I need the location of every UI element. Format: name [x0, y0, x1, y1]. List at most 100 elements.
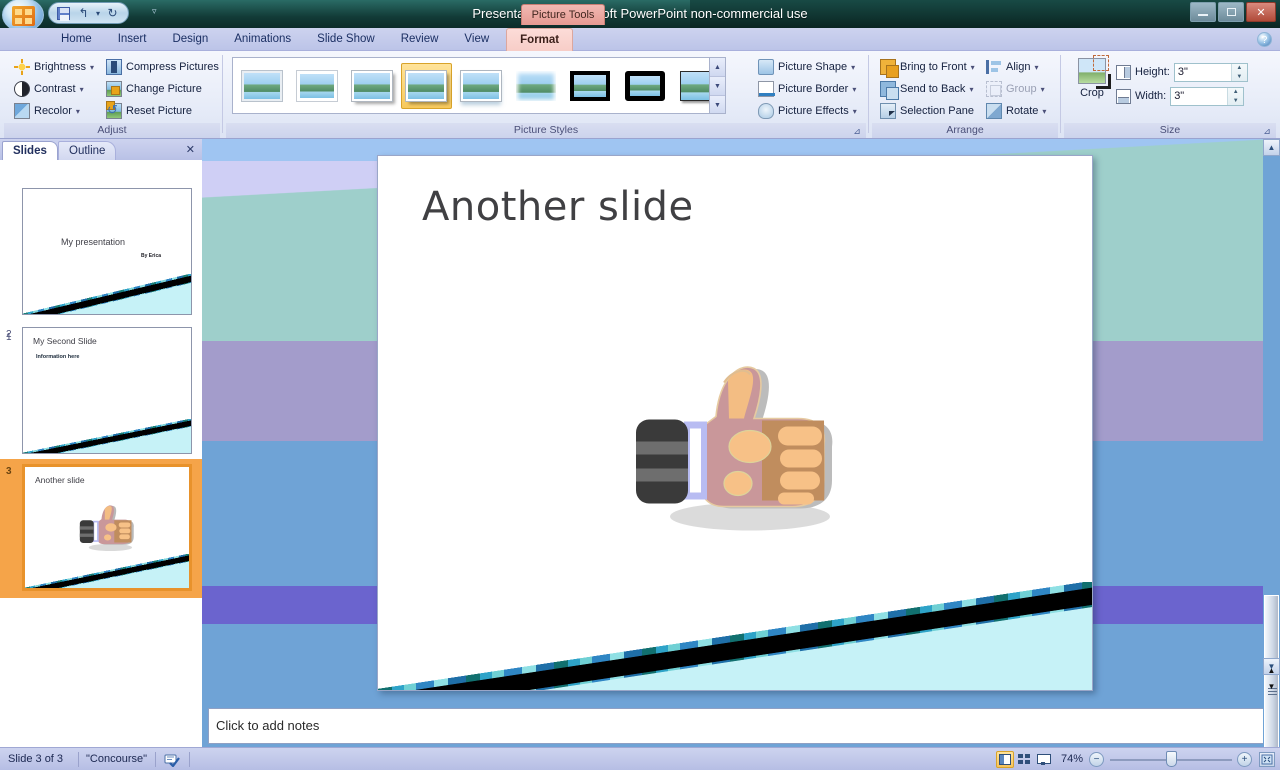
align-button[interactable]: Align ▾	[982, 56, 1050, 78]
tab-slides[interactable]: Slides	[2, 141, 58, 160]
height-stepper[interactable]: ▲ ▼	[1173, 62, 1248, 82]
undo-dropdown-caret[interactable]: ▾	[96, 9, 100, 18]
zoom-in-button[interactable]: +	[1237, 752, 1252, 767]
normal-view-button[interactable]	[996, 751, 1014, 768]
height-input[interactable]	[1174, 63, 1231, 81]
reset-picture-button[interactable]: Reset Picture	[102, 100, 223, 122]
redo-button[interactable]: ↻	[105, 6, 120, 21]
customize-qat-caret[interactable]: ▿	[152, 6, 157, 17]
width-input[interactable]	[1171, 87, 1228, 105]
picture-style-1[interactable]	[292, 63, 343, 109]
slide-editing-canvas[interactable]: Another slide	[377, 155, 1093, 691]
slide-thumbnail-list[interactable]: 1 My presentation By Erica 2 My Second S…	[0, 160, 202, 747]
slides-pane: Slides Outline ✕ 1 My presentation By Er…	[0, 139, 202, 747]
thumbs-up-clipart-image[interactable]	[628, 346, 858, 551]
tab-design[interactable]: Design	[159, 28, 221, 51]
tab-review[interactable]: Review	[388, 28, 452, 51]
picture-border-button[interactable]: Picture Border ▾	[754, 78, 861, 100]
height-spin-up[interactable]: ▲	[1232, 64, 1247, 73]
next-slide-button[interactable]: ▼	[1264, 679, 1279, 693]
help-icon[interactable]: ?	[1257, 32, 1272, 47]
picture-styles-dialog-launcher[interactable]: ⊿	[851, 125, 863, 137]
rotate-button[interactable]: Rotate ▾	[982, 100, 1050, 122]
window-controls: ✕	[1190, 2, 1276, 22]
minimize-button[interactable]	[1190, 2, 1216, 22]
picture-style-2[interactable]	[346, 63, 397, 109]
picture-style-0[interactable]	[237, 63, 288, 109]
crop-button[interactable]: Crop	[1072, 55, 1112, 108]
redo-icon: ↻	[107, 6, 118, 20]
gallery-more-button[interactable]: ▼	[710, 96, 725, 113]
theme-name[interactable]: "Concourse"	[86, 748, 147, 770]
slide-title-placeholder[interactable]: Another slide	[422, 184, 694, 230]
save-button[interactable]	[56, 6, 71, 21]
ribbon-tab-strip: Home Insert Design Animations Slide Show…	[0, 28, 1280, 51]
contrast-button[interactable]: Contrast ▾	[10, 78, 98, 100]
chevron-down-icon: ▾	[969, 84, 974, 94]
style-thumb-icon	[515, 70, 556, 101]
title-bar: Presentation1 - Microsoft PowerPoint non…	[0, 0, 1280, 28]
slide-show-view-button[interactable]	[1034, 751, 1052, 768]
selection-pane-button[interactable]: Selection Pane	[876, 100, 979, 122]
notes-placeholder[interactable]: Click to add notes	[216, 718, 319, 733]
status-separator	[155, 752, 156, 767]
send-to-back-icon	[880, 81, 899, 100]
send-to-back-button[interactable]: Send to Back ▾	[876, 78, 979, 100]
fit-slide-to-window-button[interactable]	[1259, 752, 1275, 767]
spellcheck-icon[interactable]	[163, 752, 181, 768]
width-stepper[interactable]: ▲ ▼	[1170, 86, 1245, 106]
slide-thumbnail-3[interactable]: Another slide	[22, 464, 192, 591]
picture-style-7[interactable]	[620, 63, 671, 109]
office-button[interactable]	[2, 0, 44, 28]
undo-button[interactable]: ↰	[76, 6, 91, 21]
tab-format[interactable]: Format	[506, 28, 574, 51]
tab-insert[interactable]: Insert	[105, 28, 160, 51]
thumb-2-title: My Second Slide	[33, 336, 97, 346]
slide-number-2: 2	[6, 329, 12, 340]
slide-show-icon	[1037, 754, 1051, 765]
zoom-level-label[interactable]: 74%	[1061, 748, 1083, 770]
compress-pictures-icon	[106, 59, 122, 75]
close-pane-icon[interactable]: ✕	[186, 143, 195, 156]
slide-thumbnail-1[interactable]: My presentation By Erica	[22, 188, 192, 315]
recolor-button[interactable]: Recolor ▾	[10, 100, 98, 122]
slide-theme-decoration	[378, 582, 1092, 690]
tab-home[interactable]: Home	[48, 28, 105, 51]
slide-sorter-view-button[interactable]	[1015, 751, 1033, 768]
picture-shape-icon	[758, 59, 774, 75]
restore-button[interactable]	[1218, 2, 1244, 22]
picture-styles-gallery[interactable]: ▲ ▼ ▼	[232, 57, 726, 114]
bring-to-front-button[interactable]: Bring to Front ▾	[876, 56, 979, 78]
tab-outline[interactable]: Outline	[58, 141, 117, 160]
size-dialog-launcher[interactable]: ⊿	[1261, 125, 1273, 137]
picture-style-5[interactable]	[510, 63, 561, 109]
chevron-down-icon: ▾	[851, 62, 856, 72]
gallery-scroll-down-button[interactable]: ▼	[710, 77, 725, 96]
picture-style-4[interactable]	[456, 63, 507, 109]
picture-style-6[interactable]	[565, 63, 616, 109]
close-button[interactable]: ✕	[1246, 2, 1276, 22]
picture-effects-button[interactable]: Picture Effects ▾	[754, 100, 861, 122]
tab-slide-show[interactable]: Slide Show	[304, 28, 388, 51]
picture-style-3-selected[interactable]	[401, 62, 452, 109]
gallery-scroll-up-button[interactable]: ▲	[710, 58, 725, 77]
style-thumb-icon	[350, 69, 393, 102]
previous-slide-button[interactable]: ▲	[1264, 663, 1279, 677]
width-spin-up[interactable]: ▲	[1228, 88, 1243, 97]
slide-thumbnail-2[interactable]: My Second Slide Information here	[22, 327, 192, 454]
scroll-up-button[interactable]: ▲	[1263, 139, 1280, 156]
change-picture-button[interactable]: Change Picture	[102, 78, 223, 100]
notes-pane[interactable]: Click to add notes	[208, 708, 1272, 744]
brightness-button[interactable]: Brightness ▾	[10, 56, 98, 78]
tab-view[interactable]: View	[451, 28, 502, 51]
slide-vertical-scrollbar[interactable]: ▲ ▼ ▲ ▼	[1263, 139, 1280, 747]
zoom-out-button[interactable]: −	[1089, 752, 1104, 767]
width-spin-down[interactable]: ▼	[1228, 97, 1243, 106]
height-spin-down[interactable]: ▼	[1232, 73, 1247, 82]
picture-effects-label: Picture Effects	[778, 105, 849, 117]
status-bar: Slide 3 of 3 "Concourse" 74% − +	[0, 747, 1280, 770]
tab-animations[interactable]: Animations	[221, 28, 304, 51]
zoom-slider-handle[interactable]	[1166, 751, 1177, 767]
compress-pictures-button[interactable]: Compress Pictures	[102, 56, 223, 78]
picture-shape-button[interactable]: Picture Shape ▾	[754, 56, 861, 78]
